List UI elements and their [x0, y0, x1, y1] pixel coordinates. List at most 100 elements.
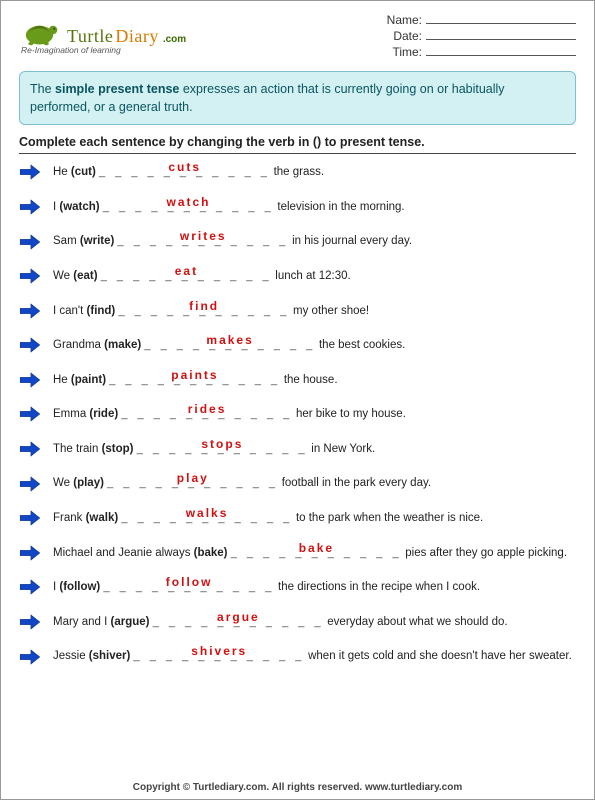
arrow-icon — [19, 268, 41, 284]
logo-row: Turtle Diary .com — [19, 13, 186, 47]
answer-blank[interactable]: follow _ _ _ _ _ _ _ _ _ _ _ — [103, 579, 274, 595]
logo-word-diary: Diary — [115, 26, 158, 47]
answer-blank[interactable]: cuts _ _ _ _ _ _ _ _ _ _ _ — [99, 164, 270, 180]
answer-blank[interactable]: find _ _ _ _ _ _ _ _ _ _ _ — [118, 303, 289, 319]
question-row: Michael and Jeanie always (bake) bake _ … — [19, 545, 576, 561]
question-text: The train (stop) stops _ _ _ _ _ _ _ _ _… — [53, 441, 375, 457]
question-row: I can't (find) find _ _ _ _ _ _ _ _ _ _ … — [19, 303, 576, 319]
q-pre: We — [53, 477, 73, 489]
q-pre: Mary and I — [53, 616, 111, 628]
question-text: Michael and Jeanie always (bake) bake _ … — [53, 545, 567, 561]
q-post: the directions in the recipe when I cook… — [278, 581, 480, 593]
q-pre: Sam — [53, 235, 80, 247]
arrow-icon — [19, 303, 41, 319]
answer-text: makes — [206, 332, 253, 349]
q-post: my other shoe! — [293, 305, 369, 317]
instruction-text: Complete each sentence by changing the v… — [19, 135, 576, 154]
arrow-icon — [19, 510, 41, 526]
answer-blank[interactable]: watch _ _ _ _ _ _ _ _ _ _ _ — [103, 199, 274, 215]
answer-blank[interactable]: eat _ _ _ _ _ _ _ _ _ _ _ — [101, 268, 272, 284]
q-verb: (follow) — [59, 581, 100, 593]
question-row: He (cut) cuts _ _ _ _ _ _ _ _ _ _ _ the … — [19, 164, 576, 180]
q-verb: (watch) — [59, 201, 99, 213]
arrow-icon — [19, 337, 41, 353]
answer-blank[interactable]: shivers _ _ _ _ _ _ _ _ _ _ _ — [134, 648, 305, 664]
q-verb: (walk) — [86, 512, 119, 524]
answer-blank[interactable]: rides _ _ _ _ _ _ _ _ _ _ _ — [121, 406, 292, 422]
question-text: Sam (write) writes _ _ _ _ _ _ _ _ _ _ _… — [53, 233, 412, 249]
explain-pre: The — [30, 82, 55, 96]
explain-bold: simple present tense — [55, 82, 179, 96]
meta-date: Date: — [387, 29, 576, 43]
q-post: her bike to my house. — [296, 408, 406, 420]
question-row: Grandma (make) makes _ _ _ _ _ _ _ _ _ _… — [19, 337, 576, 353]
answer-blank[interactable]: play _ _ _ _ _ _ _ _ _ _ _ — [107, 475, 278, 491]
name-input-line[interactable] — [426, 13, 576, 24]
answer-text: play — [177, 470, 209, 487]
question-text: I (watch) watch _ _ _ _ _ _ _ _ _ _ _ te… — [53, 199, 405, 215]
q-post: the house. — [284, 374, 338, 386]
arrow-icon — [19, 372, 41, 388]
q-pre: He — [53, 374, 71, 386]
q-verb: (shiver) — [89, 650, 131, 662]
answer-text: eat — [175, 263, 198, 280]
arrow-icon — [19, 476, 41, 492]
answer-blank[interactable]: paints _ _ _ _ _ _ _ _ _ _ _ — [109, 372, 280, 388]
answer-blank[interactable]: writes _ _ _ _ _ _ _ _ _ _ _ — [118, 233, 289, 249]
q-pre: Frank — [53, 512, 86, 524]
arrow-icon — [19, 441, 41, 457]
q-post: in New York. — [311, 443, 375, 455]
q-post: in his journal every day. — [292, 235, 412, 247]
question-row: Mary and I (argue) argue _ _ _ _ _ _ _ _… — [19, 614, 576, 630]
answer-text: shivers — [191, 643, 247, 660]
question-text: We (eat) eat _ _ _ _ _ _ _ _ _ _ _ lunch… — [53, 268, 351, 284]
q-pre: He — [53, 166, 71, 178]
answer-blank[interactable]: walks _ _ _ _ _ _ _ _ _ _ _ — [121, 510, 292, 526]
question-text: We (play) play _ _ _ _ _ _ _ _ _ _ _ foo… — [53, 475, 431, 491]
question-text: Emma (ride) rides _ _ _ _ _ _ _ _ _ _ _ … — [53, 406, 406, 422]
meta-time-label: Time: — [392, 45, 422, 59]
time-input-line[interactable] — [426, 45, 576, 56]
q-verb: (find) — [87, 305, 116, 317]
meta-name-label: Name: — [387, 13, 422, 27]
question-row: Emma (ride) rides _ _ _ _ _ _ _ _ _ _ _ … — [19, 406, 576, 422]
answer-text: walks — [186, 505, 229, 522]
question-text: Jessie (shiver) shivers _ _ _ _ _ _ _ _ … — [53, 648, 572, 664]
q-verb: (play) — [73, 477, 104, 489]
answer-text: watch — [167, 194, 211, 211]
arrow-icon — [19, 649, 41, 665]
q-verb: (argue) — [111, 616, 150, 628]
question-row: He (paint) paints _ _ _ _ _ _ _ _ _ _ _ … — [19, 372, 576, 388]
answer-blank[interactable]: argue _ _ _ _ _ _ _ _ _ _ _ — [153, 614, 324, 630]
answer-text: rides — [188, 401, 227, 418]
q-post: lunch at 12:30. — [275, 270, 350, 282]
answer-blank[interactable]: stops _ _ _ _ _ _ _ _ _ _ _ — [137, 441, 308, 457]
question-row: We (eat) eat _ _ _ _ _ _ _ _ _ _ _ lunch… — [19, 268, 576, 284]
arrow-icon — [19, 199, 41, 215]
q-pre: Emma — [53, 408, 89, 420]
q-verb: (eat) — [73, 270, 97, 282]
question-text: He (cut) cuts _ _ _ _ _ _ _ _ _ _ _ the … — [53, 164, 324, 180]
question-text: Grandma (make) makes _ _ _ _ _ _ _ _ _ _… — [53, 337, 405, 353]
q-pre: The train — [53, 443, 102, 455]
answer-text: writes — [180, 228, 227, 245]
answer-text: stops — [201, 436, 243, 453]
answer-blank[interactable]: makes _ _ _ _ _ _ _ _ _ _ _ — [144, 337, 315, 353]
question-text: I (follow) follow _ _ _ _ _ _ _ _ _ _ _ … — [53, 579, 480, 595]
q-post: the best cookies. — [319, 339, 405, 351]
q-post: the grass. — [274, 166, 325, 178]
answer-blank[interactable]: bake _ _ _ _ _ _ _ _ _ _ _ — [231, 545, 402, 561]
q-verb: (make) — [104, 339, 141, 351]
q-verb: (paint) — [71, 374, 106, 386]
meta-block: Name: Date: Time: — [387, 13, 576, 61]
date-input-line[interactable] — [426, 29, 576, 40]
q-pre: Grandma — [53, 339, 104, 351]
question-row: I (follow) follow _ _ _ _ _ _ _ _ _ _ _ … — [19, 579, 576, 595]
questions-list: He (cut) cuts _ _ _ _ _ _ _ _ _ _ _ the … — [19, 164, 576, 664]
q-post: to the park when the weather is nice. — [296, 512, 483, 524]
q-post: everyday about what we should do. — [327, 616, 507, 628]
q-verb: (ride) — [89, 408, 118, 420]
question-row: We (play) play _ _ _ _ _ _ _ _ _ _ _ foo… — [19, 475, 576, 491]
logo-subtitle: Re-Imagination of learning — [21, 45, 186, 55]
q-pre: We — [53, 270, 73, 282]
